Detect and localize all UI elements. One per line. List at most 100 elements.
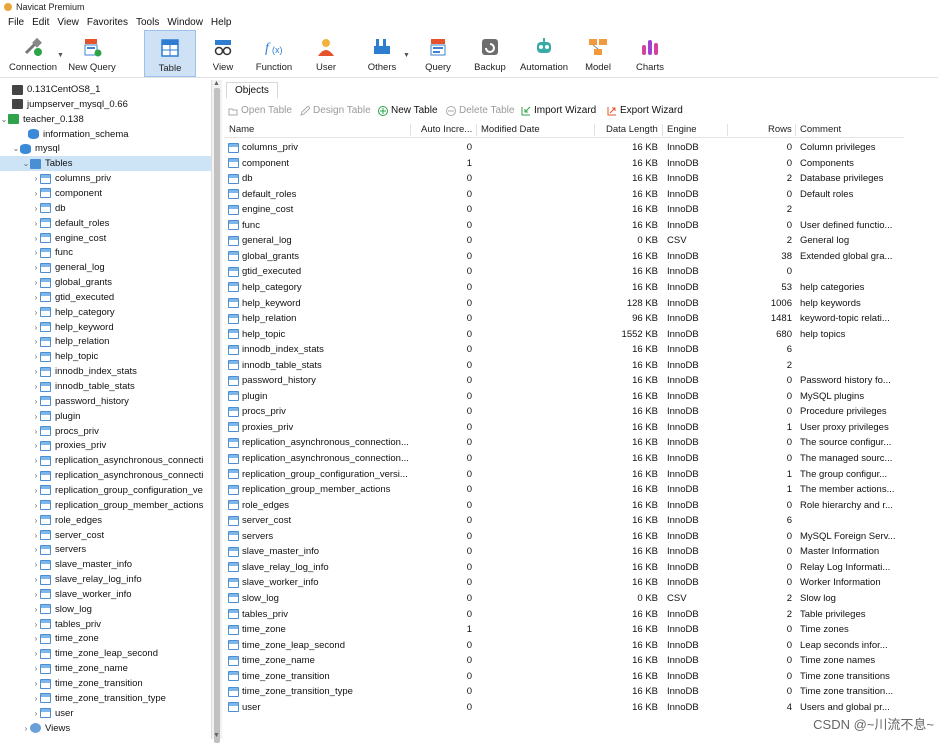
collapse-arrow-icon[interactable]: ⌄ bbox=[12, 144, 20, 153]
table-row[interactable]: time_zone_leap_second016 KBInnoDB0Leap s… bbox=[224, 638, 938, 654]
cell-name[interactable]: engine_cost bbox=[228, 204, 410, 215]
menu-window[interactable]: Window bbox=[163, 17, 207, 28]
tree-table-item[interactable]: ›replication_asynchronous_connecti bbox=[0, 453, 211, 468]
collapse-arrow-icon[interactable]: ⌄ bbox=[22, 159, 30, 168]
tree-table-item[interactable]: ›server_cost bbox=[0, 528, 211, 543]
expand-arrow-icon[interactable]: › bbox=[32, 337, 40, 346]
table-row[interactable]: procs_priv016 KBInnoDB0Procedure privile… bbox=[224, 404, 938, 420]
tree-table-item[interactable]: ›procs_priv bbox=[0, 424, 211, 439]
expand-arrow-icon[interactable]: › bbox=[32, 323, 40, 332]
design-table-button[interactable]: Design Table bbox=[300, 105, 371, 116]
tree-connection[interactable]: 0.131CentOS8_1 bbox=[0, 82, 211, 97]
expand-arrow-icon[interactable]: › bbox=[32, 456, 40, 465]
table-row[interactable]: func016 KBInnoDB0User defined functio... bbox=[224, 218, 938, 234]
cell-name[interactable]: servers bbox=[228, 531, 410, 542]
expand-arrow-icon[interactable]: › bbox=[32, 248, 40, 257]
expand-arrow-icon[interactable]: › bbox=[32, 441, 40, 450]
table-row[interactable]: time_zone_name016 KBInnoDB0Time zone nam… bbox=[224, 653, 938, 669]
table-row[interactable]: slow_log00 KBCSV2Slow log bbox=[224, 591, 938, 607]
cell-name[interactable]: tables_priv bbox=[228, 609, 410, 620]
table-row[interactable]: server_cost016 KBInnoDB6 bbox=[224, 513, 938, 529]
tree-views-folder[interactable]: ›Views bbox=[0, 721, 211, 736]
tree-table-item[interactable]: ›help_topic bbox=[0, 349, 211, 364]
table-row[interactable]: replication_asynchronous_connection...01… bbox=[224, 435, 938, 451]
cell-name[interactable]: time_zone_transition_type bbox=[228, 686, 410, 697]
tree-table-item[interactable]: ›plugin bbox=[0, 409, 211, 424]
table-row[interactable]: component116 KBInnoDB0Components bbox=[224, 156, 938, 172]
col-engine-header[interactable]: Engine bbox=[667, 124, 697, 135]
tree-connection[interactable]: jumpserver_mysql_0.66 bbox=[0, 97, 211, 112]
expand-arrow-icon[interactable]: › bbox=[32, 545, 40, 554]
cell-name[interactable]: slow_log bbox=[228, 593, 410, 604]
tree-table-item[interactable]: ›proxies_priv bbox=[0, 438, 211, 453]
table-row[interactable]: engine_cost016 KBInnoDB2 bbox=[224, 202, 938, 218]
table-row[interactable]: replication_asynchronous_connection...01… bbox=[224, 451, 938, 467]
import-wizard-button[interactable]: Import Wizard bbox=[521, 105, 596, 116]
delete-table-button[interactable]: Delete Table bbox=[446, 105, 514, 116]
cell-name[interactable]: plugin bbox=[228, 391, 410, 402]
expand-arrow-icon[interactable]: › bbox=[32, 649, 40, 658]
menu-edit[interactable]: Edit bbox=[28, 17, 53, 28]
tree-tables-folder[interactable]: ⌄Tables bbox=[0, 156, 211, 171]
cell-name[interactable]: help_topic bbox=[228, 329, 410, 340]
function-button[interactable]: f(x) Function bbox=[252, 30, 296, 77]
tree-table-item[interactable]: ›user bbox=[0, 706, 211, 721]
tree-table-item[interactable]: ›engine_cost bbox=[0, 231, 211, 246]
col-rows-header[interactable]: Rows bbox=[768, 124, 792, 135]
table-row[interactable]: replication_group_member_actions016 KBIn… bbox=[224, 482, 938, 498]
cell-name[interactable]: innodb_index_stats bbox=[228, 344, 410, 355]
table-row[interactable]: servers016 KBInnoDB0MySQL Foreign Serv..… bbox=[224, 529, 938, 545]
scrollbar-thumb[interactable] bbox=[214, 88, 220, 743]
tree-table-item[interactable]: ›password_history bbox=[0, 394, 211, 409]
scroll-down-icon[interactable]: ▼ bbox=[213, 732, 220, 739]
tree-table-item[interactable]: ›columns_priv bbox=[0, 171, 211, 186]
table-row[interactable]: proxies_priv016 KBInnoDB1User proxy priv… bbox=[224, 420, 938, 436]
table-row[interactable]: global_grants016 KBInnoDB38Extended glob… bbox=[224, 249, 938, 265]
table-row[interactable]: time_zone_transition_type016 KBInnoDB0Ti… bbox=[224, 684, 938, 700]
tree-table-item[interactable]: ›slave_master_info bbox=[0, 557, 211, 572]
expand-arrow-icon[interactable]: › bbox=[32, 367, 40, 376]
tree-table-item[interactable]: ›general_log bbox=[0, 260, 211, 275]
cell-name[interactable]: server_cost bbox=[228, 515, 410, 526]
cell-name[interactable]: time_zone_leap_second bbox=[228, 640, 410, 651]
cell-name[interactable]: db bbox=[228, 173, 410, 184]
cell-name[interactable]: slave_relay_log_info bbox=[228, 562, 410, 573]
cell-name[interactable]: general_log bbox=[228, 235, 410, 246]
tree-table-item[interactable]: ›help_keyword bbox=[0, 320, 211, 335]
expand-arrow-icon[interactable]: › bbox=[32, 189, 40, 198]
tree-table-item[interactable]: ›time_zone_transition bbox=[0, 676, 211, 691]
automation-button[interactable]: Automation bbox=[516, 30, 572, 77]
open-table-button[interactable]: Open Table bbox=[228, 105, 292, 116]
cell-name[interactable]: default_roles bbox=[228, 189, 410, 200]
table-row[interactable]: help_keyword0128 KBInnoDB1006help keywor… bbox=[224, 296, 938, 312]
expand-arrow-icon[interactable]: › bbox=[32, 352, 40, 361]
table-row[interactable]: default_roles016 KBInnoDB0Default roles bbox=[224, 187, 938, 203]
table-row[interactable]: tables_priv016 KBInnoDB2Table privileges bbox=[224, 607, 938, 623]
others-button[interactable]: Others bbox=[362, 30, 402, 77]
tree-table-item[interactable]: ›global_grants bbox=[0, 275, 211, 290]
tree-table-item[interactable]: ›time_zone bbox=[0, 631, 211, 646]
collapse-arrow-icon[interactable]: ⌄ bbox=[0, 115, 8, 124]
tree-table-item[interactable]: ›default_roles bbox=[0, 216, 211, 231]
table-row[interactable]: slave_relay_log_info016 KBInnoDB0Relay L… bbox=[224, 560, 938, 576]
expand-arrow-icon[interactable]: › bbox=[32, 605, 40, 614]
cell-name[interactable]: component bbox=[228, 158, 410, 169]
menu-tools[interactable]: Tools bbox=[132, 17, 163, 28]
expand-arrow-icon[interactable]: › bbox=[32, 219, 40, 228]
table-row[interactable]: gtid_executed016 KBInnoDB0 bbox=[224, 264, 938, 280]
table-row[interactable]: time_zone116 KBInnoDB0Time zones bbox=[224, 622, 938, 638]
menu-view[interactable]: View bbox=[53, 17, 83, 28]
sidebar-scrollbar[interactable]: ▲ ▼ bbox=[212, 80, 222, 739]
connection-button[interactable]: Connection bbox=[6, 30, 60, 77]
cell-name[interactable]: help_keyword bbox=[228, 298, 410, 309]
backup-button[interactable]: Backup bbox=[470, 30, 510, 77]
expand-arrow-icon[interactable]: › bbox=[32, 590, 40, 599]
expand-arrow-icon[interactable]: › bbox=[32, 174, 40, 183]
model-button[interactable]: Model bbox=[580, 30, 616, 77]
col-comment-header[interactable]: Comment bbox=[800, 124, 841, 135]
tree-table-item[interactable]: ›tables_priv bbox=[0, 617, 211, 632]
expand-arrow-icon[interactable]: › bbox=[32, 397, 40, 406]
table-row[interactable]: innodb_index_stats016 KBInnoDB6 bbox=[224, 342, 938, 358]
expand-arrow-icon[interactable]: › bbox=[32, 412, 40, 421]
cell-name[interactable]: procs_priv bbox=[228, 406, 410, 417]
